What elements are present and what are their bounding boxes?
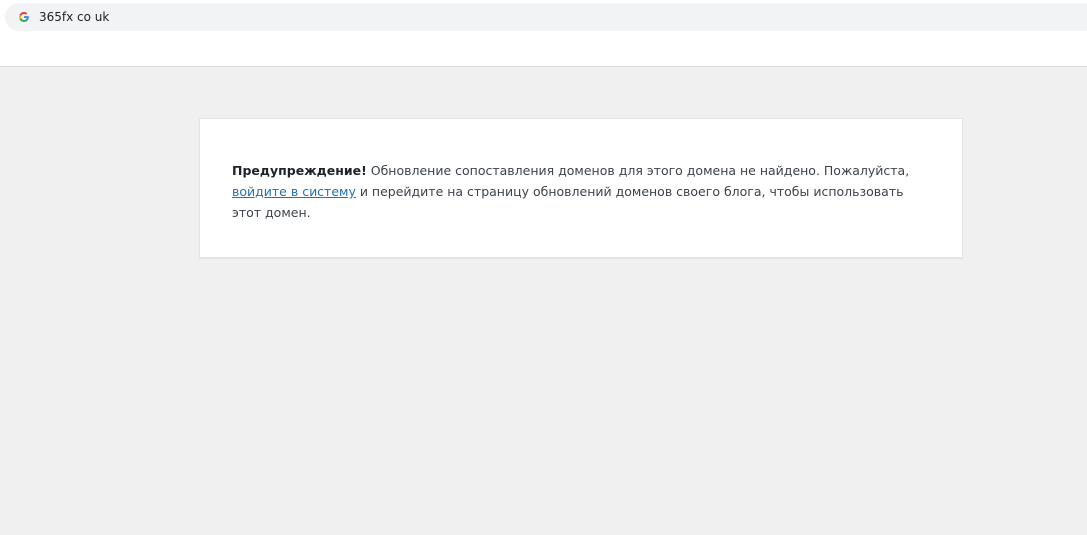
browser-toolbar: 365fx co uk bbox=[0, 0, 1087, 67]
message-text-before-link: Обновление сопоставления доменов для это… bbox=[366, 163, 910, 178]
login-link[interactable]: войдите в систему bbox=[232, 184, 356, 199]
warning-notice-card: Предупреждение! Обновление сопоставления… bbox=[199, 118, 963, 258]
warning-message: Предупреждение! Обновление сопоставления… bbox=[232, 160, 930, 223]
address-bar[interactable]: 365fx co uk bbox=[5, 3, 1087, 31]
warning-label: Предупреждение! bbox=[232, 163, 367, 178]
url-text[interactable]: 365fx co uk bbox=[39, 10, 109, 24]
google-g-icon bbox=[17, 10, 31, 24]
page-body: Предупреждение! Обновление сопоставления… bbox=[0, 68, 1087, 535]
